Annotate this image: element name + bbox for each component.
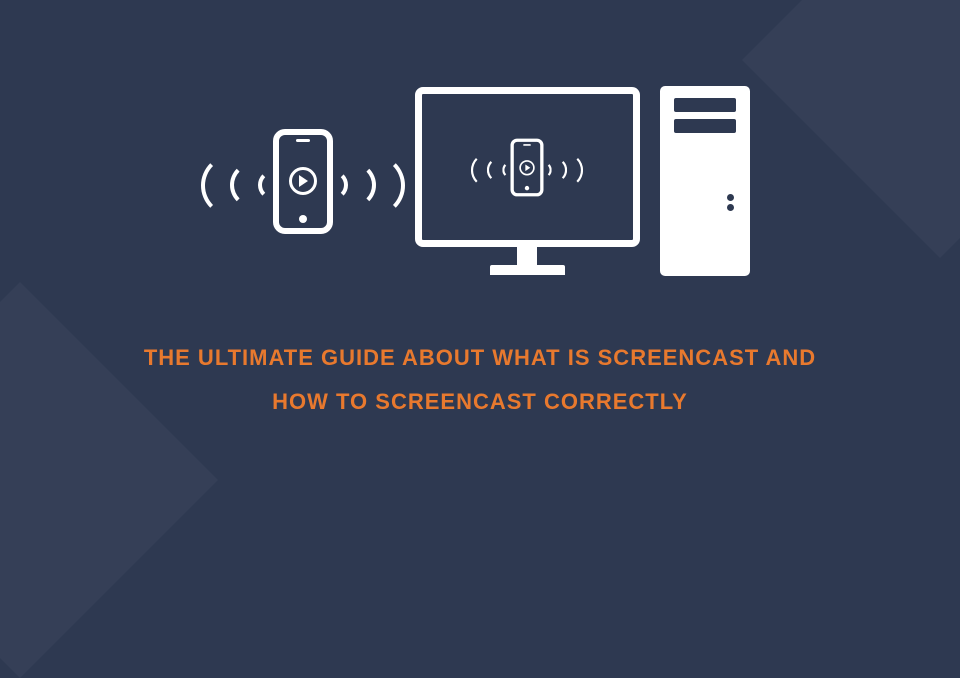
page-title: THE ULTIMATE GUIDE ABOUT WHAT IS SCREENC…: [144, 336, 816, 424]
broadcast-waves-right-icon: [333, 156, 395, 206]
screencast-illustration: [211, 86, 750, 276]
title-line-2: HOW TO SCREENCAST CORRECTLY: [144, 380, 816, 424]
monitor-screen-icon: [415, 87, 640, 247]
main-content: THE ULTIMATE GUIDE ABOUT WHAT IS SCREENC…: [0, 0, 960, 540]
tower-buttons-icon: [727, 194, 734, 211]
broadcast-waves-left-icon: [211, 156, 273, 206]
tower-drive-slot-icon: [674, 119, 736, 133]
phone-notch-icon: [296, 139, 310, 142]
play-button-icon: [289, 167, 317, 195]
phone-casting-icon: [211, 129, 395, 234]
phone-casting-small-icon: [476, 138, 577, 196]
monitor-stand-icon: [517, 247, 537, 265]
pc-tower-icon: [660, 86, 750, 276]
title-line-1: THE ULTIMATE GUIDE ABOUT WHAT IS SCREENC…: [144, 336, 816, 380]
desktop-monitor-icon: [415, 87, 640, 275]
monitor-base-icon: [490, 265, 565, 275]
phone-home-button-icon: [299, 215, 307, 223]
tower-drive-slot-icon: [674, 98, 736, 112]
